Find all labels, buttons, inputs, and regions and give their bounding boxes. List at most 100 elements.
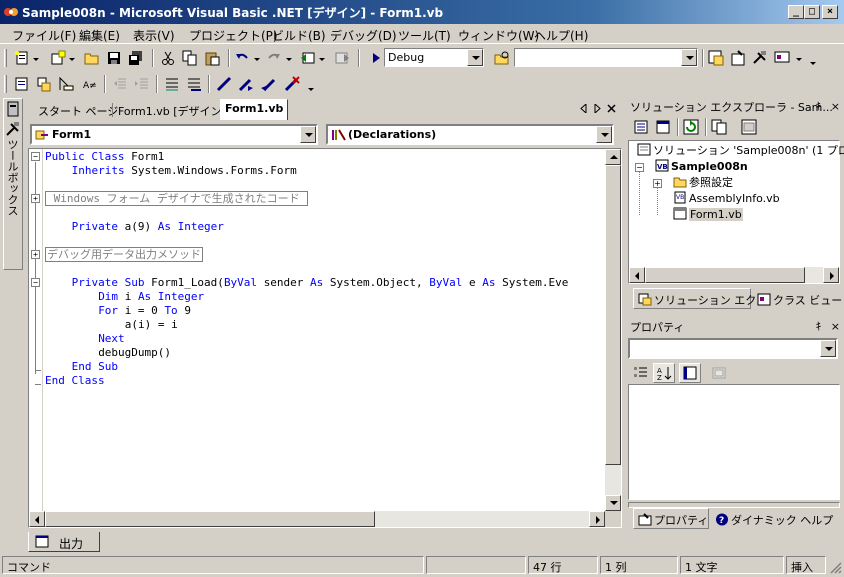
toolbar-grip[interactable] [4, 49, 7, 67]
toolbox-label[interactable]: ツールボックス [6, 139, 20, 216]
toolbar-options-icon[interactable] [810, 62, 816, 65]
collapse-icon[interactable]: − [31, 278, 40, 287]
collapse-icon[interactable]: − [635, 163, 644, 172]
code-line[interactable]: debugDump() [98, 346, 171, 360]
scroll-right-button[interactable] [823, 267, 839, 283]
add-item-icon[interactable] [50, 50, 66, 66]
quick-info-icon[interactable] [58, 76, 74, 92]
new-project-icon[interactable] [14, 50, 30, 66]
navigate-forward-icon[interactable] [334, 50, 350, 66]
scroll-left-button[interactable] [629, 267, 645, 283]
copy-icon[interactable] [182, 50, 198, 66]
properties-icon[interactable] [741, 119, 757, 135]
chevron-down-icon[interactable] [681, 49, 697, 66]
close-icon[interactable]: × [831, 320, 840, 333]
code-line[interactable]: Next [98, 332, 125, 346]
pin-icon[interactable]: ｷ [816, 100, 822, 113]
show-all-files-icon[interactable] [711, 119, 727, 135]
navigate-back-icon[interactable] [300, 50, 316, 66]
properties-view-button[interactable] [679, 363, 701, 383]
solution-explorer-icon[interactable] [708, 50, 724, 66]
toolbox-tab[interactable]: ツールボックス [3, 98, 23, 270]
code-editor[interactable]: − + + − Public Class Form1 Inherits Syste… [28, 148, 622, 528]
class-name-select[interactable]: Form1 [30, 124, 318, 145]
menu-file[interactable]: ファイル(F) [12, 27, 76, 44]
editor-horizontal-scrollbar[interactable] [29, 511, 605, 527]
tab-form1-design[interactable]: Form1.vb [デザイン] [114, 101, 230, 119]
toggle-bookmark-icon[interactable] [216, 76, 232, 92]
object-members-icon[interactable] [14, 76, 30, 92]
code-line[interactable]: End Sub [72, 360, 118, 374]
expand-icon[interactable]: + [31, 250, 40, 259]
code-text-area[interactable]: Public Class Form1 Inherits System.Window… [44, 149, 606, 511]
properties-header[interactable]: プロパティ ｷ × [627, 318, 843, 335]
save-all-icon[interactable] [128, 50, 144, 66]
menu-window[interactable]: ウィンドウ(W) [458, 27, 539, 44]
code-line[interactable]: Public Class Form1 [45, 150, 164, 164]
tree-node-solution[interactable]: ソリューション 'Sample008n' (1 プロジェク [637, 143, 844, 158]
chevron-down-icon[interactable] [796, 58, 802, 61]
comment-out-icon[interactable] [164, 76, 180, 92]
chevron-down-icon[interactable] [467, 49, 483, 66]
title-bar[interactable]: Sample008n - Microsoft Visual Basic .NET… [0, 0, 844, 24]
save-icon[interactable] [106, 50, 122, 66]
menu-tools[interactable]: ツール(T) [398, 27, 451, 44]
chevron-down-icon[interactable] [33, 58, 39, 61]
refresh-icon[interactable] [683, 119, 699, 135]
scroll-left-button[interactable] [29, 511, 45, 527]
menu-debug[interactable]: デバッグ(D) [330, 27, 397, 44]
chevron-down-icon[interactable] [69, 58, 75, 61]
uncomment-icon[interactable] [186, 76, 202, 92]
resize-grip-icon[interactable] [828, 560, 842, 574]
categorized-icon[interactable] [633, 365, 649, 381]
solution-explorer-header[interactable]: ソリューション エクスプローラ - Sam... ｷ × [627, 98, 843, 115]
scroll-down-button[interactable] [605, 495, 621, 511]
method-name-select[interactable]: (Declarations) [326, 124, 614, 145]
minimize-button[interactable]: _ [788, 5, 804, 19]
close-button[interactable]: × [822, 5, 838, 19]
prev-bookmark-icon[interactable] [260, 76, 276, 92]
chevron-down-icon[interactable] [596, 126, 612, 143]
toolbox-icon[interactable] [752, 50, 768, 66]
chevron-down-icon[interactable] [254, 58, 260, 61]
undo-icon[interactable] [234, 50, 250, 66]
redo-icon[interactable] [266, 50, 282, 66]
toolbox-icon[interactable] [5, 121, 21, 137]
properties-window-icon[interactable] [730, 50, 746, 66]
tab-start-page[interactable]: スタート ページ [34, 101, 122, 119]
toolbar-grip[interactable] [4, 75, 7, 93]
start-debug-icon[interactable] [368, 50, 384, 66]
expand-icon[interactable]: + [653, 179, 662, 188]
scroll-tabs-left-icon[interactable] [580, 104, 588, 113]
code-line[interactable]: デバッグ用データ出力メソッド [45, 247, 203, 262]
close-document-icon[interactable] [607, 104, 616, 113]
pin-icon[interactable]: ｷ [816, 320, 822, 333]
class-view-icon[interactable] [774, 50, 790, 66]
tree-node-form1[interactable]: Form1.vb [673, 207, 743, 222]
menu-edit[interactable]: 編集(E) [79, 27, 120, 44]
find-combo[interactable] [514, 48, 698, 67]
collapse-icon[interactable]: − [31, 152, 40, 161]
alphabetical-button[interactable]: AZ [653, 363, 675, 383]
complete-word-icon[interactable]: A≠ [82, 76, 98, 92]
chevron-down-icon[interactable] [820, 340, 836, 357]
clear-bookmarks-icon[interactable] [284, 76, 300, 92]
code-line[interactable]: Inherits System.Windows.Forms.Form [72, 164, 297, 178]
scroll-thumb[interactable] [645, 267, 805, 283]
next-bookmark-icon[interactable] [238, 76, 254, 92]
scroll-up-button[interactable] [605, 149, 621, 165]
close-icon[interactable]: × [831, 100, 840, 113]
view-designer-icon[interactable] [655, 119, 671, 135]
code-line[interactable]: Private Sub Form1_Load(ByVal sender As S… [72, 276, 569, 290]
tab-form1-code[interactable]: Form1.vb [220, 99, 289, 120]
toolbar-options-icon[interactable] [308, 88, 314, 91]
code-line[interactable]: Private a(9) As Integer [72, 220, 224, 234]
find-in-files-icon[interactable] [494, 50, 510, 66]
menu-view[interactable]: 表示(V) [133, 27, 175, 44]
menu-help[interactable]: ヘルプ(H) [534, 27, 588, 44]
paste-icon[interactable] [204, 50, 220, 66]
chevron-down-icon[interactable] [300, 126, 316, 143]
tab-output[interactable]: 出力 [28, 532, 100, 552]
tree-node-assemblyinfo[interactable]: VB AssemblyInfo.vb [673, 191, 780, 206]
scroll-thumb[interactable] [605, 165, 621, 465]
